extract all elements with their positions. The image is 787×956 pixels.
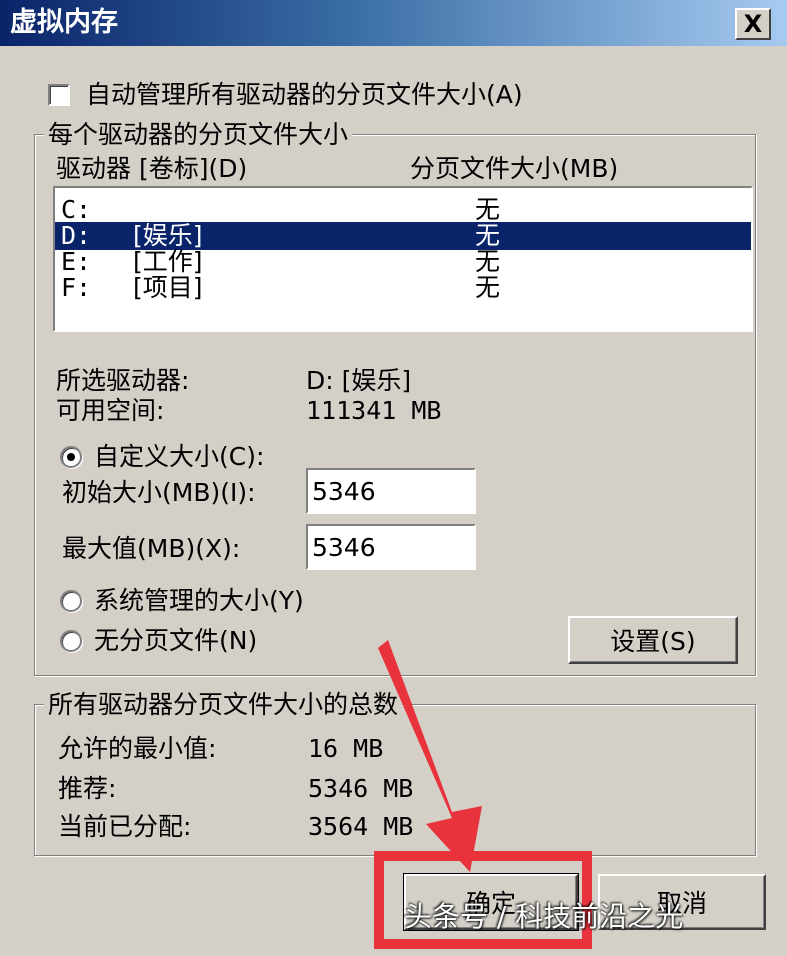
annotation-arrow-icon — [378, 640, 482, 872]
watermark-text: 头条号 / 科技前沿之光 — [404, 900, 684, 933]
